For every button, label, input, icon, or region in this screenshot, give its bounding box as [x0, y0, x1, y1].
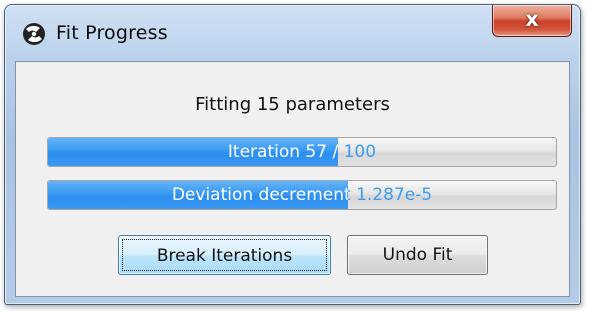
break-iterations-label: Break Iterations — [122, 239, 327, 271]
deviation-progress-bar: Deviation decrement 1.287e-5 Deviation d… — [47, 180, 557, 210]
iteration-progress-clip: Iteration 57 / 100 — [48, 138, 338, 166]
iteration-progress-bar: Iteration 57 / 100 Iteration 57 / 100 — [47, 137, 557, 167]
close-icon: x — [525, 7, 539, 31]
break-iterations-button[interactable]: Break Iterations — [118, 235, 331, 275]
title-bar[interactable]: Fit Progress x — [5, 5, 580, 61]
deviation-progress-clip: Deviation decrement 1.287e-5 — [48, 181, 348, 209]
deviation-progress-label: Deviation decrement 1.287e-5 — [171, 185, 348, 205]
undo-fit-button[interactable]: Undo Fit — [347, 235, 488, 275]
status-message: Fitting 15 parameters — [195, 94, 390, 115]
dialog-body: Fitting 15 parameters Iteration 57 / 100… — [15, 61, 570, 297]
iteration-progress-label: Iteration 57 / 100 — [227, 142, 338, 162]
window-title: Fit Progress — [56, 22, 168, 44]
app-logo-icon — [23, 23, 45, 45]
fit-progress-window: Fit Progress x Fitting 15 parameters Ite… — [4, 4, 581, 305]
close-button[interactable]: x — [492, 5, 572, 37]
